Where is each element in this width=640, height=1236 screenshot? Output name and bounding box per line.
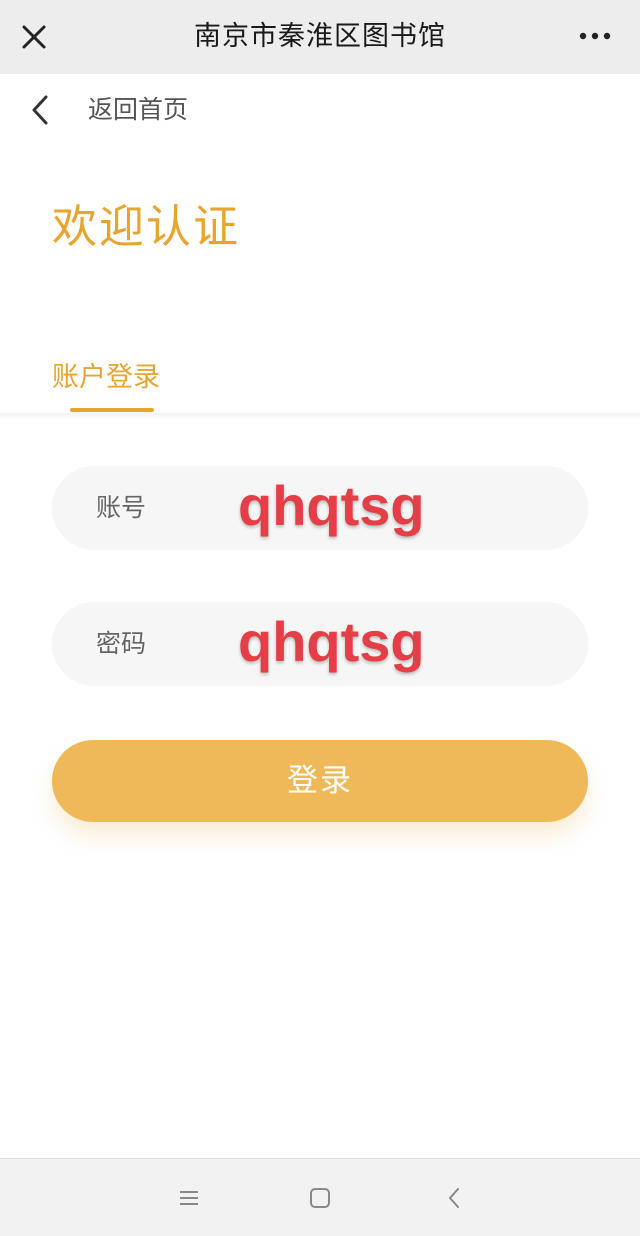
home-square-icon[interactable] [306, 1184, 334, 1212]
active-tab-indicator [70, 408, 154, 412]
account-value: qhqtsg [238, 474, 425, 537]
more-icon[interactable] [578, 26, 612, 46]
account-field[interactable]: 账号 qhqtsg [52, 466, 588, 550]
password-field[interactable]: 密码 qhqtsg [52, 602, 588, 686]
back-label: 返回首页 [88, 95, 189, 124]
back-icon[interactable] [441, 1184, 469, 1212]
back-to-home-link[interactable]: 返回首页 [0, 74, 640, 146]
login-button[interactable]: 登录 [52, 740, 588, 822]
welcome-heading: 欢迎认证 [52, 200, 241, 253]
account-label: 账号 [96, 493, 147, 522]
menu-icon[interactable] [175, 1184, 203, 1212]
password-value: qhqtsg [238, 610, 425, 673]
tab-account-login[interactable]: 账户登录 [52, 355, 160, 394]
tab-divider [0, 413, 640, 421]
system-nav-bar [0, 1158, 640, 1236]
chevron-left-icon [32, 95, 48, 125]
page-title: 南京市秦淮区图书馆 [194, 21, 446, 52]
password-label: 密码 [96, 629, 147, 658]
top-bar: 南京市秦淮区图书馆 [0, 0, 640, 74]
page: 南京市秦淮区图书馆 返回首页 欢迎认证 账户登录 账号 qhqtsg 密码 qh… [0, 0, 640, 1236]
